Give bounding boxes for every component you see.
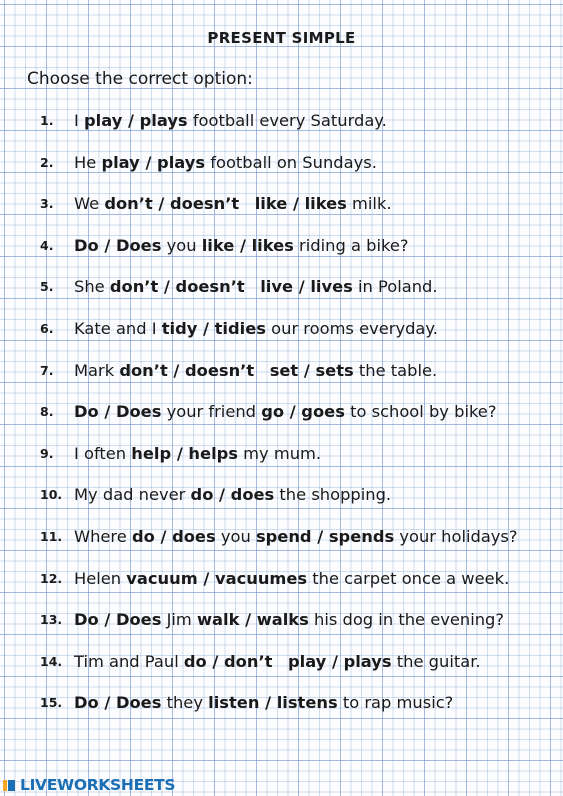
answer-options[interactable]: like / likes xyxy=(202,236,294,255)
exercise-number: 10. xyxy=(40,487,63,503)
answer-options[interactable]: live / lives xyxy=(260,277,353,296)
exercise-number: 2. xyxy=(40,154,54,170)
answer-options[interactable]: spend / spends xyxy=(256,527,394,546)
exercise-item: 15. Do / Does they listen / listens to ra… xyxy=(40,693,453,712)
answer-options[interactable]: help / helps xyxy=(131,444,238,463)
exercise-number: 6. xyxy=(40,321,54,336)
answer-options[interactable]: play / plays xyxy=(288,652,392,671)
sentence-text: the table. xyxy=(353,360,438,380)
exercise-item: 7. Mark don’t / doesn’t set / sets the ta… xyxy=(40,361,437,380)
sentence-text: Jim xyxy=(161,610,197,630)
sentence-text: you xyxy=(161,235,202,255)
liveworksheets-logo-icon xyxy=(3,778,17,792)
exercise-number: 14. xyxy=(40,653,63,669)
exercise-number: 4. xyxy=(40,237,54,253)
answer-options[interactable]: Do / Does xyxy=(74,236,161,255)
sentence-text: Helen xyxy=(74,568,127,588)
exercise-number: 11. xyxy=(40,529,63,544)
sentence-text: She xyxy=(74,277,110,297)
exercise-number: 5. xyxy=(40,279,54,295)
answer-options[interactable]: Do / Does xyxy=(74,610,161,629)
exercise-item: 13. Do / Does Jim walk / walks his dog in… xyxy=(40,610,504,629)
exercise-number: 9. xyxy=(40,445,54,461)
sentence-text: Where xyxy=(74,527,132,546)
exercise-item: 12. Helen vacuum / vacuumes the carpet on… xyxy=(40,569,509,588)
sentence-text xyxy=(245,277,261,296)
answer-options[interactable]: Do / Does xyxy=(74,693,161,712)
sentence-text: the shopping. xyxy=(274,485,392,505)
exercise-item: 1. I play / plays football every Saturday… xyxy=(40,111,387,130)
sentence-text: He xyxy=(74,152,102,172)
exercise-item: 9. I often help / helps my mum. xyxy=(40,444,321,463)
liveworksheets-brand[interactable]: LIVEWORKSHEETS xyxy=(3,774,176,796)
exercise-item: 4. Do / Does you like / likes riding a bi… xyxy=(40,236,408,255)
sentence-text: milk. xyxy=(346,194,392,214)
answer-options[interactable]: vacuum / vacuumes xyxy=(126,569,307,588)
answer-options[interactable]: go / goes xyxy=(261,402,345,421)
answer-options[interactable]: play / plays xyxy=(101,153,205,172)
sentence-text: my mum. xyxy=(238,443,322,463)
sentence-text: We xyxy=(74,194,105,214)
sentence-text xyxy=(239,194,255,213)
sentence-text: Kate and I xyxy=(74,319,162,338)
sentence-text: the carpet once a week. xyxy=(307,568,510,588)
answer-options[interactable]: don’t / doesn’t xyxy=(104,194,239,213)
sentence-text xyxy=(254,361,270,380)
sentence-text: your holidays? xyxy=(394,527,518,546)
answer-options[interactable]: walk / walks xyxy=(197,610,309,629)
sentence-text: they xyxy=(161,693,209,713)
answer-options[interactable]: listen / listens xyxy=(208,693,338,712)
exercise-number: 7. xyxy=(40,362,54,378)
sentence-text: football on Sundays. xyxy=(205,152,377,172)
sentence-text xyxy=(272,652,288,671)
sentence-text: football every Saturday. xyxy=(187,111,387,130)
instruction-text: Choose the correct option: xyxy=(27,69,253,89)
answer-options[interactable]: don’t / doesn’t xyxy=(110,277,245,296)
sentence-text: to rap music? xyxy=(337,693,454,713)
exercise-item: 8. Do / Does your friend go / goes to sch… xyxy=(40,402,496,421)
exercise-item: 5. She don’t / doesn’t live / lives in Po… xyxy=(40,277,438,296)
exercise-number: 15. xyxy=(40,695,63,711)
sentence-text: My dad never xyxy=(74,485,191,505)
answer-options[interactable]: play / plays xyxy=(84,111,188,130)
worksheet-title: PRESENT SIMPLE xyxy=(207,29,356,47)
sentence-text: I often xyxy=(74,443,132,463)
sentence-text: you xyxy=(215,527,256,546)
exercise-item: 10. My dad never do / does the shopping. xyxy=(40,485,391,504)
sentence-text: riding a bike? xyxy=(293,235,409,255)
exercise-item: 2. He play / plays football on Sundays. xyxy=(40,153,377,172)
sentence-text: to school by bike? xyxy=(344,402,497,422)
sentence-text: Mark xyxy=(74,360,120,380)
answer-options[interactable]: do / does xyxy=(191,485,275,504)
exercise-number: 3. xyxy=(40,196,54,212)
exercise-item: 3. We don’t / doesn’t like / likes milk. xyxy=(40,194,392,213)
exercise-number: 13. xyxy=(40,612,63,628)
answer-options[interactable]: set / sets xyxy=(270,361,354,380)
answer-options[interactable]: don’t / doesn’t xyxy=(119,361,254,380)
sentence-text: the guitar. xyxy=(391,651,481,671)
sentence-text: I xyxy=(74,111,84,130)
brand-name: LIVEWORKSHEETS xyxy=(20,776,176,794)
sentence-text: his dog in the evening? xyxy=(308,610,505,630)
answer-options[interactable]: do / don’t xyxy=(184,652,273,671)
sentence-text: in Poland. xyxy=(352,277,438,297)
exercise-item: 14. Tim and Paul do / don’t play / plays … xyxy=(40,652,481,671)
answer-options[interactable]: like / likes xyxy=(255,194,347,213)
answer-options[interactable]: do / does xyxy=(132,527,216,546)
exercise-number: 1. xyxy=(40,113,54,128)
exercise-number: 8. xyxy=(40,404,54,420)
exercise-number: 12. xyxy=(40,570,63,586)
sentence-text: our rooms everyday. xyxy=(265,319,438,338)
answer-options[interactable]: Do / Does xyxy=(74,402,161,421)
exercise-item: 11. Where do / does you spend / spends yo… xyxy=(40,527,518,546)
sentence-text: Tim and Paul xyxy=(74,651,184,671)
exercise-item: 6. Kate and I tidy / tidies our rooms eve… xyxy=(40,319,438,338)
answer-options[interactable]: tidy / tidies xyxy=(162,319,266,338)
sentence-text: your friend xyxy=(161,402,262,422)
